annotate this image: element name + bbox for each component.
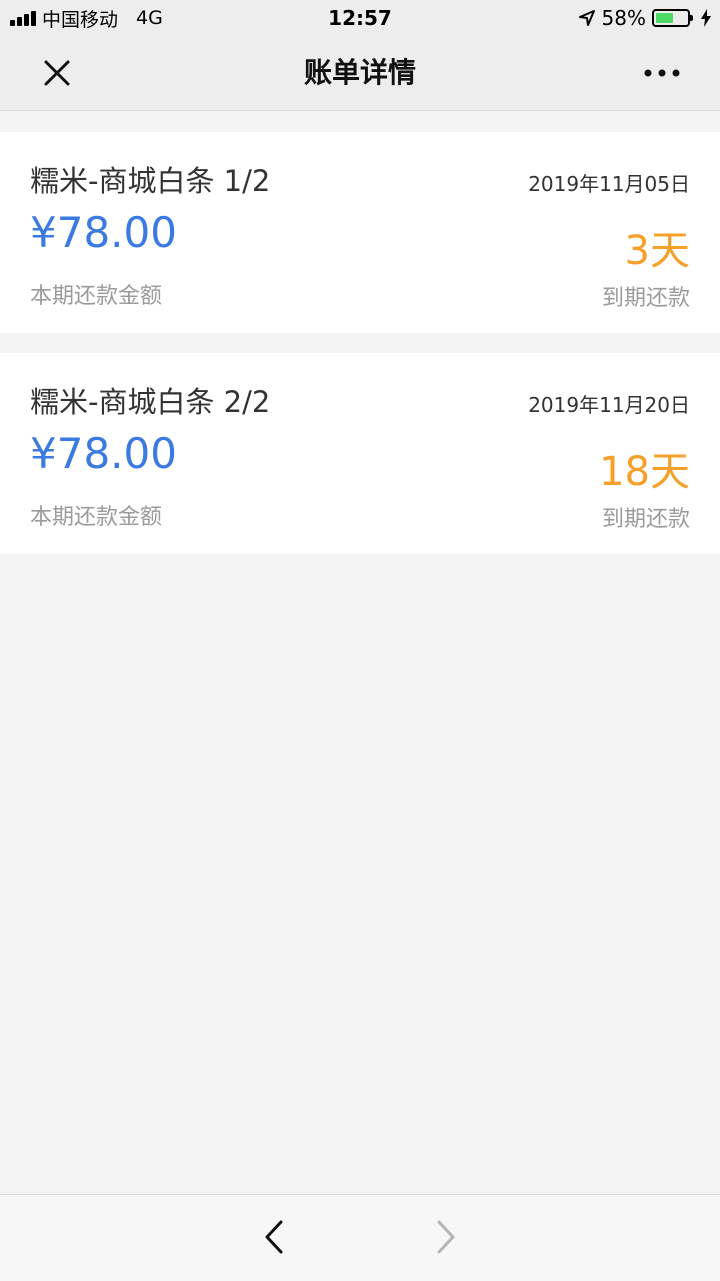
bill-due-label: 到期还款	[601, 286, 690, 311]
nav-bar: 账单详情	[0, 36, 720, 111]
charging-bolt-icon	[701, 9, 711, 27]
page-title: 账单详情	[303, 56, 416, 89]
bill-card[interactable]: 糯米-商城白条 2/2 2019年11月20日 ¥78.00 18天 本期还款金…	[0, 353, 720, 554]
battery-fill	[656, 13, 674, 23]
bill-date: 2019年11月20日	[528, 393, 690, 417]
bill-days-remaining: 3天	[624, 228, 690, 274]
back-button[interactable]	[254, 1217, 294, 1257]
status-bar: 中国移动 4G 12:57 58%	[0, 0, 720, 36]
bill-date: 2019年11月05日	[528, 172, 690, 196]
bill-amount-label: 本期还款金额	[30, 284, 163, 309]
location-arrow-icon	[578, 10, 595, 26]
bill-card[interactable]: 糯米-商城白条 1/2 2019年11月05日 ¥78.00 3天 本期还款金额…	[0, 132, 720, 333]
bill-title: 糯米-商城白条 2/2	[30, 385, 271, 419]
battery-percent: 58%	[601, 6, 646, 30]
bill-title: 糯米-商城白条 1/2	[30, 164, 271, 198]
bill-days-remaining: 18天	[599, 449, 690, 495]
forward-button[interactable]	[426, 1217, 466, 1257]
more-button[interactable]	[642, 56, 682, 90]
battery-icon	[652, 9, 693, 27]
close-button[interactable]	[38, 54, 76, 92]
chevron-left-icon	[265, 1220, 283, 1254]
bill-due-label: 到期还款	[601, 507, 690, 532]
status-right: 58%	[578, 0, 712, 36]
bill-amount: ¥78.00	[30, 429, 177, 478]
bottom-toolbar	[0, 1194, 720, 1281]
chevron-right-icon	[437, 1220, 455, 1254]
close-icon	[44, 60, 70, 86]
bill-amount-label: 本期还款金额	[30, 505, 163, 530]
more-dots-icon	[644, 69, 680, 77]
bill-amount: ¥78.00	[30, 208, 177, 257]
